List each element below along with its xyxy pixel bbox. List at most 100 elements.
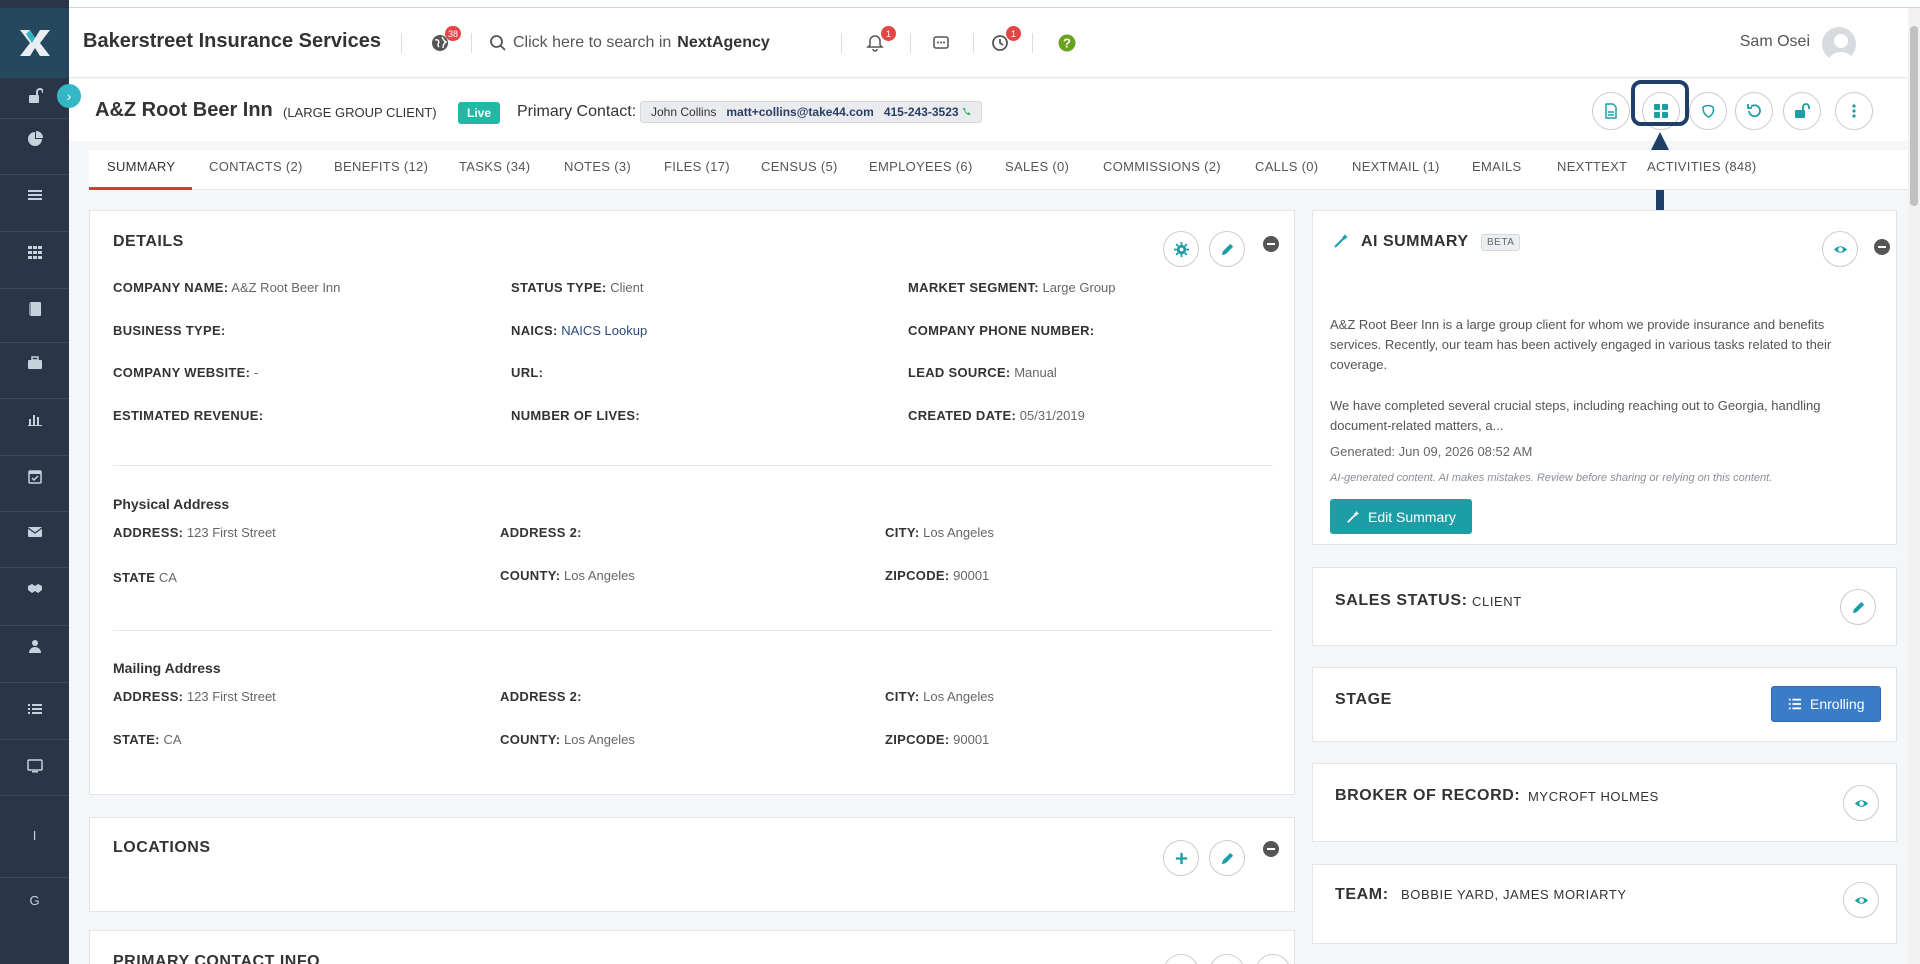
clock-icon[interactable]: 1 bbox=[987, 26, 1021, 56]
details-collapse-icon[interactable] bbox=[1263, 236, 1279, 252]
tab-census[interactable]: CENSUS (5) bbox=[761, 159, 838, 174]
bell-badge: 1 bbox=[881, 26, 896, 41]
pie-chart-icon[interactable] bbox=[0, 119, 69, 159]
task-list-icon[interactable] bbox=[0, 689, 69, 729]
sidebar-item-i[interactable]: I bbox=[0, 815, 69, 855]
primary-contact-edit-button[interactable] bbox=[1209, 954, 1245, 964]
tab-calls[interactable]: CALLS (0) bbox=[1255, 159, 1318, 174]
tab-tasks[interactable]: TASKS (34) bbox=[459, 159, 530, 174]
physical-address-value: 123 First Street bbox=[186, 525, 276, 540]
mailing-address-value: 123 First Street bbox=[186, 689, 276, 704]
mail-icon[interactable] bbox=[0, 512, 69, 552]
ai-disclaimer: AI-generated content. AI makes mistakes.… bbox=[1330, 472, 1773, 484]
tab-activities[interactable]: ACTIVITIES (848) bbox=[1647, 159, 1757, 174]
locations-card: LOCATIONS bbox=[89, 817, 1295, 912]
book-icon[interactable] bbox=[0, 289, 69, 329]
history-icon bbox=[1747, 104, 1761, 118]
eye-icon bbox=[1854, 896, 1868, 904]
more-options-button[interactable] bbox=[1835, 92, 1873, 130]
tag-button[interactable] bbox=[1689, 92, 1727, 130]
locations-collapse-icon[interactable] bbox=[1263, 841, 1279, 857]
sidebar-expand-button[interactable]: › bbox=[57, 84, 81, 108]
mailing-zip-value: 90001 bbox=[953, 732, 990, 747]
handshake-icon[interactable] bbox=[0, 568, 69, 608]
tab-commissions[interactable]: COMMISSIONS (2) bbox=[1103, 159, 1221, 174]
scrollbar-thumb[interactable] bbox=[1910, 26, 1918, 206]
user-avatar[interactable] bbox=[1820, 25, 1858, 63]
grid-icon[interactable] bbox=[0, 232, 69, 272]
lead-source-field: LEAD SOURCE: Manual bbox=[908, 365, 1057, 380]
details-edit-button[interactable] bbox=[1209, 231, 1245, 267]
tab-files[interactable]: FILES (17) bbox=[664, 159, 730, 174]
tab-emails[interactable]: EMAILS bbox=[1472, 159, 1521, 174]
physical-zip-field: ZIPCODE: 90001 bbox=[885, 568, 989, 583]
tab-nexttext[interactable]: NEXTTEXT bbox=[1557, 159, 1627, 174]
primary-contact-phone[interactable]: 415-243-3523 bbox=[884, 105, 971, 119]
primary-contact-label: Primary Contact: bbox=[517, 103, 637, 120]
status-type-field: STATUS TYPE: Client bbox=[511, 280, 643, 295]
tab-summary[interactable]: SUMMARY bbox=[107, 159, 175, 174]
primary-contact-info-card: PRIMARY CONTACT INFO bbox=[89, 930, 1295, 964]
physical-city-value: Los Angeles bbox=[923, 525, 994, 540]
user-icon[interactable] bbox=[0, 626, 69, 666]
sales-status-edit-button[interactable] bbox=[1840, 589, 1876, 625]
mailing-county-label: COUNTY: bbox=[500, 732, 561, 747]
user-name[interactable]: Sam Osei bbox=[1740, 33, 1810, 51]
bell-icon[interactable]: 1 bbox=[862, 26, 896, 56]
list-icon[interactable] bbox=[0, 175, 69, 215]
pencil-icon bbox=[1221, 852, 1233, 864]
primary-contact-collapse-button[interactable] bbox=[1255, 954, 1291, 964]
briefcase-icon[interactable] bbox=[0, 343, 69, 383]
details-title: DETAILS bbox=[113, 233, 184, 250]
primary-contact-name[interactable]: John Collins bbox=[651, 105, 716, 119]
estimated-revenue-field: ESTIMATED REVENUE: bbox=[113, 408, 263, 423]
url-field: URL: bbox=[511, 365, 543, 380]
search-app-name: NextAgency bbox=[677, 34, 770, 51]
chat-icon[interactable] bbox=[928, 30, 954, 56]
app-logo[interactable] bbox=[0, 8, 69, 78]
tag-icon bbox=[1702, 104, 1715, 118]
ai-summary-card: AI SUMMARY BETA A&Z Root Beer Inn is a l… bbox=[1312, 210, 1897, 545]
search-icon bbox=[490, 35, 506, 51]
history-button[interactable] bbox=[1735, 92, 1773, 130]
team-view-button[interactable] bbox=[1843, 882, 1879, 918]
physical-county-label: COUNTY: bbox=[500, 568, 561, 583]
global-search[interactable]: Click here to search in NextAgency bbox=[489, 30, 789, 56]
number-of-lives-label: NUMBER OF LIVES: bbox=[511, 408, 641, 423]
company-phone-field: COMPANY PHONE NUMBER: bbox=[908, 323, 1094, 338]
tab-benefits[interactable]: BENEFITS (12) bbox=[334, 159, 428, 174]
add-location-button[interactable] bbox=[1163, 840, 1199, 876]
help-icon[interactable]: ? bbox=[1054, 30, 1080, 56]
tab-employees[interactable]: EMPLOYEES (6) bbox=[869, 159, 973, 174]
primary-contact-email[interactable]: matt+collins@take44.com bbox=[726, 105, 873, 119]
document-button[interactable] bbox=[1592, 92, 1630, 130]
edit-summary-button[interactable]: Edit Summary bbox=[1330, 499, 1472, 534]
mailing-address2-label: ADDRESS 2: bbox=[500, 689, 582, 704]
tab-notes[interactable]: NOTES (3) bbox=[564, 159, 631, 174]
primary-contact-action-button[interactable] bbox=[1163, 954, 1199, 964]
mailing-county-field: COUNTY: Los Angeles bbox=[500, 732, 635, 747]
page-scrollbar[interactable] bbox=[1908, 8, 1920, 964]
calendar-check-icon[interactable] bbox=[0, 456, 69, 496]
sidebar-item-g[interactable]: G bbox=[0, 880, 69, 920]
mailing-zip-field: ZIPCODE: 90001 bbox=[885, 732, 989, 747]
primary-contact-chip[interactable]: John Collins matt+collins@take44.com 415… bbox=[640, 101, 982, 123]
bar-chart-icon[interactable] bbox=[0, 399, 69, 439]
broker-view-button[interactable] bbox=[1843, 785, 1879, 821]
details-settings-button[interactable] bbox=[1163, 231, 1199, 267]
ai-summary-collapse-icon[interactable] bbox=[1874, 239, 1890, 255]
stage-enrolling-button[interactable]: Enrolling bbox=[1771, 686, 1882, 722]
naics-lookup-link[interactable]: NAICS Lookup bbox=[561, 323, 647, 338]
divider bbox=[113, 465, 1273, 466]
physical-state-label: STATE bbox=[113, 570, 156, 585]
tab-contacts[interactable]: CONTACTS (2) bbox=[209, 159, 303, 174]
globe-icon[interactable]: 38 bbox=[427, 26, 461, 56]
tab-nextmail[interactable]: NEXTMAIL (1) bbox=[1352, 159, 1440, 174]
tab-sales[interactable]: SALES (0) bbox=[1005, 159, 1069, 174]
broker-card: BROKER OF RECORD: MYCROFT HOLMES bbox=[1312, 763, 1897, 842]
edit-locations-button[interactable] bbox=[1209, 840, 1245, 876]
unlock-button[interactable] bbox=[1783, 92, 1821, 130]
physical-address-label: ADDRESS: bbox=[113, 525, 184, 540]
monitor-icon[interactable] bbox=[0, 746, 69, 786]
ai-summary-view-button[interactable] bbox=[1822, 231, 1858, 267]
